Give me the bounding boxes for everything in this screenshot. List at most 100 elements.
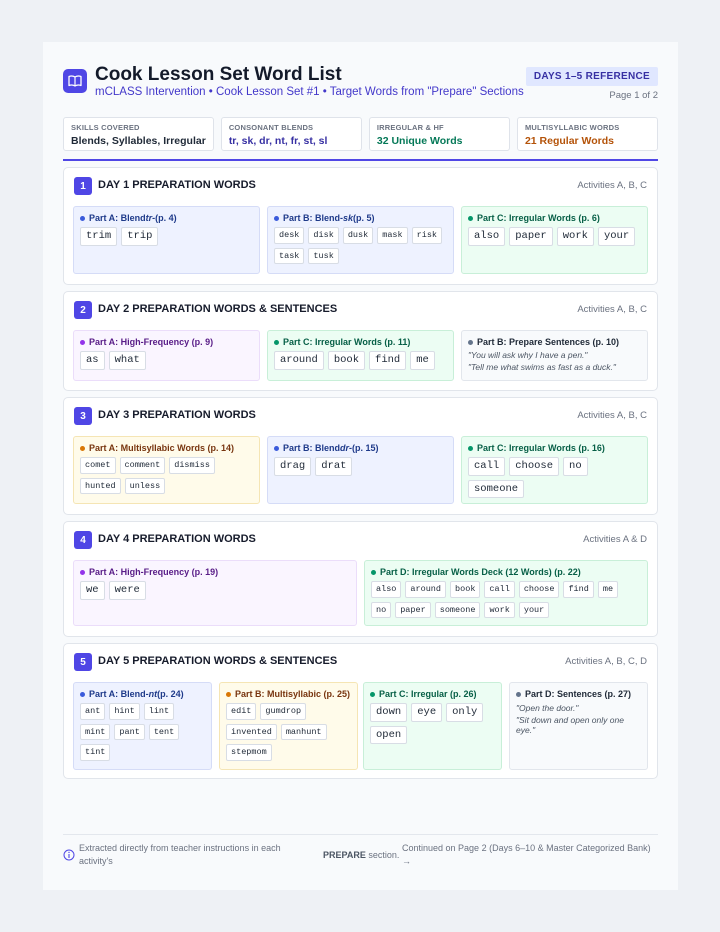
skill-card-consonant-blends: CONSONANT BLENDS tr, sk, dr, nt, fr, st,… [220,117,362,151]
word-chip: choose [509,457,560,476]
sentence-text: "Tell me what swims as fast as a duck." [468,361,616,372]
part-title: Part A: Multisyllabic Words (p. 14) [80,443,253,453]
part-title: Part D: Irregular Words Deck (12 Words) … [371,567,641,577]
word-chip: paper [509,227,553,246]
day-activities: Activities A, B, C [577,410,647,421]
word-chip: your [518,601,550,618]
bullet-dot [516,691,521,697]
part-card: Part B: Blend -sk (p. 5) desk disk dusk mas… [267,206,454,274]
word-chip: trim [80,227,118,246]
book-icon [63,69,87,93]
word-chip: hunted [80,477,121,494]
bullet-dot [80,215,85,221]
day-2-section: 2 DAY 2 PREPARATION WORDS & SENTENCES Ac… [63,291,658,391]
bullet-dot [80,691,85,697]
day-activities: Activities A, B, C [577,180,647,191]
word-chip: as [80,351,105,370]
skill-label: IRREGULAR & HF [376,123,444,132]
skill-label: CONSONANT BLENDS [228,123,314,132]
bullet-dot [274,215,279,221]
part-card: Part A: High-Frequency (p. 9) as what [73,330,260,381]
document-page: Cook Lesson Set Word List mCLASS Interve… [43,42,678,890]
word-chip: tint [80,744,111,761]
word-chips: ant hint lint mint pant tent tint [80,703,205,761]
word-chip: were [108,581,146,600]
word-chip: gumdrop [260,703,307,720]
word-chip: invented [226,723,277,740]
part-card: Part A: Multisyllabic Words (p. 14) come… [73,436,260,504]
footer-keyword: PREPARE section. [323,850,400,860]
skill-value: 21 Regular Words [524,135,615,147]
skill-label: SKILLS COVERED [71,123,140,132]
footer-note: Extracted directly from teacher instruct… [79,843,281,867]
bullet-dot [274,339,279,345]
word-chip: ant [80,703,106,720]
word-chips: trim trip [80,227,253,246]
word-chips: also around book call choose find me no paper som… [371,581,641,618]
part-card: Part A: High-Frequency (p. 19) we were [73,560,357,626]
word-chips: call choose no someone [468,457,641,498]
word-chip: also [371,581,402,598]
word-chip: only [446,703,484,722]
day-number-badge: 3 [74,407,92,425]
part-title: Part A: Blend tr- (p. 4) [80,213,253,223]
word-chips: down eye only open [370,703,495,744]
word-chip: someone [434,601,481,618]
page-title: Cook Lesson Set Word List [95,64,342,85]
word-chip: work [556,227,594,246]
word-chip: find [369,351,407,370]
part-card: Part A: Blend -nt (p. 24) ant hint lint min… [73,682,212,770]
word-chip: choose [518,581,560,598]
part-title: Part B: Blend -sk (p. 5) [274,213,447,223]
word-chip: around [405,581,447,598]
word-chip: manhunt [280,723,327,740]
bullet-dot [226,691,231,697]
day-title: DAY 3 PREPARATION WORDS [98,409,256,421]
word-chip: book [327,351,366,370]
part-title: Part C: Irregular Words (p. 11) [274,337,447,347]
part-card: Part B: Prepare Sentences (p. 10) "You w… [461,330,648,381]
word-chip: open [370,725,408,744]
bullet-dot [468,215,473,221]
word-chip: desk [274,227,305,244]
word-chips: drag drat [274,457,447,476]
part-card: Part C: Irregular Words (p. 6) also paper… [461,206,648,274]
skill-card-skills-covered: SKILLS COVERED Blends, Syllables, Irregu… [63,117,214,151]
bullet-dot [274,445,279,451]
day-5-section: 5 DAY 5 PREPARATION WORDS & SENTENCES Ac… [63,643,658,779]
day-1-section: 1 DAY 1 PREPARATION WORDS Activities A, … [63,167,658,285]
word-chip: risk [411,227,443,244]
page-footer: Extracted directly from teacher instruct… [63,834,658,875]
word-chip: hint [109,703,140,720]
word-chip: mask [377,227,408,244]
word-chips: comet comment dismiss hunted unless [80,457,253,494]
word-chip: task [274,247,305,264]
bullet-dot [371,569,376,575]
word-chip: trip [121,227,159,246]
word-chip: your [597,227,636,246]
word-chip: eye [411,703,443,722]
part-card: Part A: Blend tr- (p. 4) trim trip [73,206,260,274]
day-title: DAY 4 PREPARATION WORDS [98,533,256,545]
bullet-dot [80,569,85,575]
word-chip: drat [315,457,353,476]
bullet-dot [468,339,473,345]
header-divider [63,159,658,161]
word-chip: drag [274,457,312,476]
reference-badge: DAYS 1–5 REFERENCE [525,67,658,86]
part-title: Part C: Irregular (p. 26) [370,689,495,699]
word-chip: tent [148,723,180,740]
day-number-badge: 1 [74,177,92,195]
part-card: Part D: Irregular Words Deck (12 Words) … [364,560,648,626]
skill-value: 32 Unique Words [376,135,463,147]
word-chip: disk [308,227,339,244]
part-title: Part C: Irregular Words (p. 6) [468,213,641,223]
word-chip: pant [114,723,145,740]
part-title: Part A: Blend -nt (p. 24) [80,689,205,699]
skill-card-irregular-hf: IRREGULAR & HF 32 Unique Words [368,117,510,151]
word-chip: we [80,581,105,600]
info-icon [63,849,75,861]
skill-value: tr, sk, dr, nt, fr, st, sl [228,135,328,147]
bullet-dot [80,339,85,345]
word-chip: tusk [308,247,339,264]
